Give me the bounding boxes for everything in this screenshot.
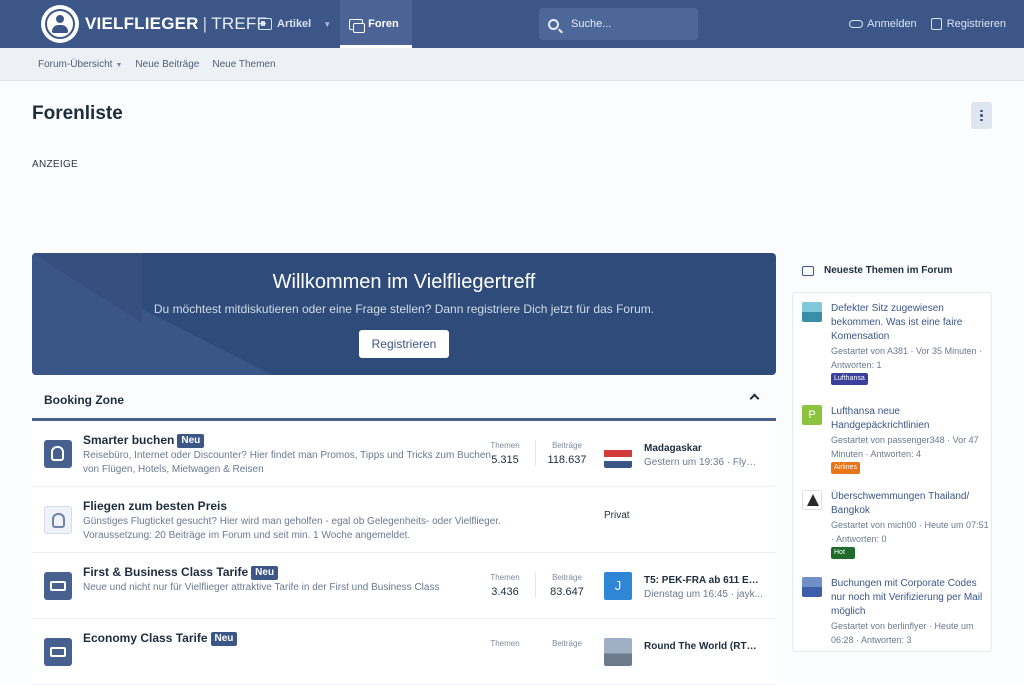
forum-title[interactable]: Economy Class Tarife Neu (83, 631, 238, 646)
last-post-title[interactable]: Madagaskar (644, 443, 764, 454)
forum-title[interactable]: Smarter buchen Neu (83, 433, 205, 448)
latest-threads-card: Defekter Sitz zugewiesen bekommen. Was i… (792, 292, 992, 652)
last-post-meta: Gestern um 19:36 · Flymore (644, 457, 764, 468)
last-post-meta: Dienstag um 16:45 · jayk... (644, 589, 763, 600)
key-icon (849, 20, 864, 28)
new-badge: Neu (251, 566, 279, 580)
register-link[interactable]: Registrieren (930, 18, 1006, 30)
last-post-thumbnail[interactable] (604, 638, 632, 666)
prefix-tag[interactable]: Lufthansa (831, 373, 868, 385)
avatar[interactable] (802, 490, 822, 510)
stat-themen: Themen (490, 639, 520, 648)
prefix-tag[interactable]: Hot Spot - Asien (831, 547, 855, 592)
sidebar-title: Neueste Themen im Forum (802, 265, 952, 276)
avatar[interactable] (802, 577, 822, 597)
traveler-icon (44, 506, 72, 534)
article-icon (258, 18, 272, 30)
search-input[interactable]: Suche... (539, 8, 698, 40)
nav-artikel[interactable]: Artikel ▼ (249, 0, 340, 48)
nav-foren-label: Foren (368, 18, 399, 30)
subnav-neue-themen[interactable]: Neue Themen (212, 59, 275, 70)
forum-row: Fliegen zum besten Preis Günstiges Flugt… (32, 487, 776, 553)
chevron-down-icon[interactable]: ▼ (323, 20, 331, 29)
stat-beitraege: Beiträge (552, 639, 582, 648)
thread-title[interactable]: Lufthansa neue Handgepäckrichtlinien (831, 405, 991, 433)
login-label: Anmelden (867, 18, 917, 30)
register-label: Registrieren (946, 18, 1006, 30)
nav-foren[interactable]: Foren (340, 0, 413, 48)
logo-separator: | (202, 14, 208, 33)
thread-meta: Gestartet von mich00 · Heute um 07:51 · … (831, 520, 989, 544)
last-post-title[interactable]: T5: PEK-FRA ab 611 EUR... (644, 575, 764, 586)
category-title: Booking Zone (44, 392, 124, 407)
avatar[interactable]: J (604, 572, 632, 600)
chevron-down-icon: ▼ (115, 61, 123, 69)
comment-icon (802, 265, 814, 276)
forum-description: Neue und nicht nur für Vielflieger attra… (83, 582, 440, 593)
forum-title[interactable]: First & Business Class Tarife Neu (83, 565, 279, 580)
lightbulb-icon (44, 440, 72, 468)
logo-mark-icon (41, 5, 79, 43)
prefix-tag[interactable]: Airlines & Fliegen (831, 462, 860, 495)
site-logo[interactable]: VIELFLIEGER | TREFF (41, 5, 267, 43)
welcome-banner: Willkommen im Vielfliegertreff Du möchte… (32, 253, 776, 375)
last-post-thumbnail[interactable] (604, 440, 632, 468)
register-icon (930, 18, 942, 30)
subnav-forum-uebersicht[interactable]: Forum-Übersicht ▼ (38, 59, 122, 70)
search-placeholder: Suche... (571, 18, 612, 30)
welcome-title: Willkommen im Vielfliegertreff (272, 271, 536, 293)
thread-title[interactable]: Defekter Sitz zugewiesen bekommen. Was i… (831, 302, 991, 344)
forum-icon (349, 18, 366, 33)
avatar[interactable] (802, 302, 822, 322)
thread-title[interactable]: Überschwemmungen Thailand/ Bangkok (831, 490, 991, 518)
main-nav: Artikel ▼ Foren (249, 0, 413, 48)
page-title: Forenliste (32, 103, 123, 124)
avatar[interactable]: P (802, 405, 822, 425)
stat-themen: Themen 5.315 (490, 441, 520, 466)
thread-meta: Gestartet von A381 · Vor 35 Minuten · An… (831, 346, 983, 370)
new-badge: Neu (210, 632, 238, 646)
bed-icon (44, 572, 72, 600)
more-options-button[interactable] (971, 102, 992, 129)
stat-themen: Themen 3.436 (490, 573, 520, 598)
seat-icon (44, 638, 72, 666)
forum-list: Smarter buchen Neu Reisebüro, Internet od… (32, 421, 776, 685)
thread-meta: Gestartet von berlinflyer · Heute um 06:… (831, 621, 974, 645)
welcome-register-button[interactable]: Registrieren (359, 330, 449, 358)
logo-brand: VIELFLIEGER (85, 14, 199, 33)
forum-description: Reisebüro, Internet oder Discounter? Hie… (83, 450, 491, 475)
subnav-neue-beitraege[interactable]: Neue Beiträge (135, 59, 199, 70)
sub-navigation: Forum-Übersicht ▼ Neue Beiträge Neue Them… (0, 48, 1024, 81)
welcome-text: Du möchtest mitdiskutieren oder eine Fra… (153, 302, 655, 316)
stat-beitraege: Beiträge 83.647 (550, 573, 584, 598)
last-post-title[interactable]: Round The World (RTW)... (644, 641, 764, 652)
forum-row: Smarter buchen Neu Reisebüro, Internet od… (32, 421, 776, 487)
forum-title[interactable]: Fliegen zum besten Preis (83, 499, 227, 513)
private-label: Privat (604, 510, 630, 521)
forum-row: First & Business Class Tarife Neu Neue un… (32, 553, 776, 619)
forum-description: Günstiges Flugticket gesucht? Hier wird … (83, 516, 501, 541)
search-icon (548, 18, 559, 30)
top-header: VIELFLIEGER | TREFF Artikel ▼ Foren Suche.… (0, 0, 1024, 48)
category-header: Booking Zone (32, 381, 776, 421)
forum-row: Economy Class Tarife Neu Themen Beiträge … (32, 619, 776, 685)
login-link[interactable]: Anmelden (849, 18, 917, 30)
thread-title[interactable]: Buchungen mit Corporate Codes nur noch m… (831, 577, 991, 619)
new-badge: Neu (177, 434, 205, 448)
chevron-up-icon[interactable] (749, 393, 760, 404)
ad-label: ANZEIGE (32, 159, 78, 170)
stat-beitraege: Beiträge 118.637 (547, 441, 587, 466)
nav-artikel-label: Artikel (277, 18, 312, 30)
thread-meta: Gestartet von passenger348 · Vor 47 Minu… (831, 435, 979, 459)
